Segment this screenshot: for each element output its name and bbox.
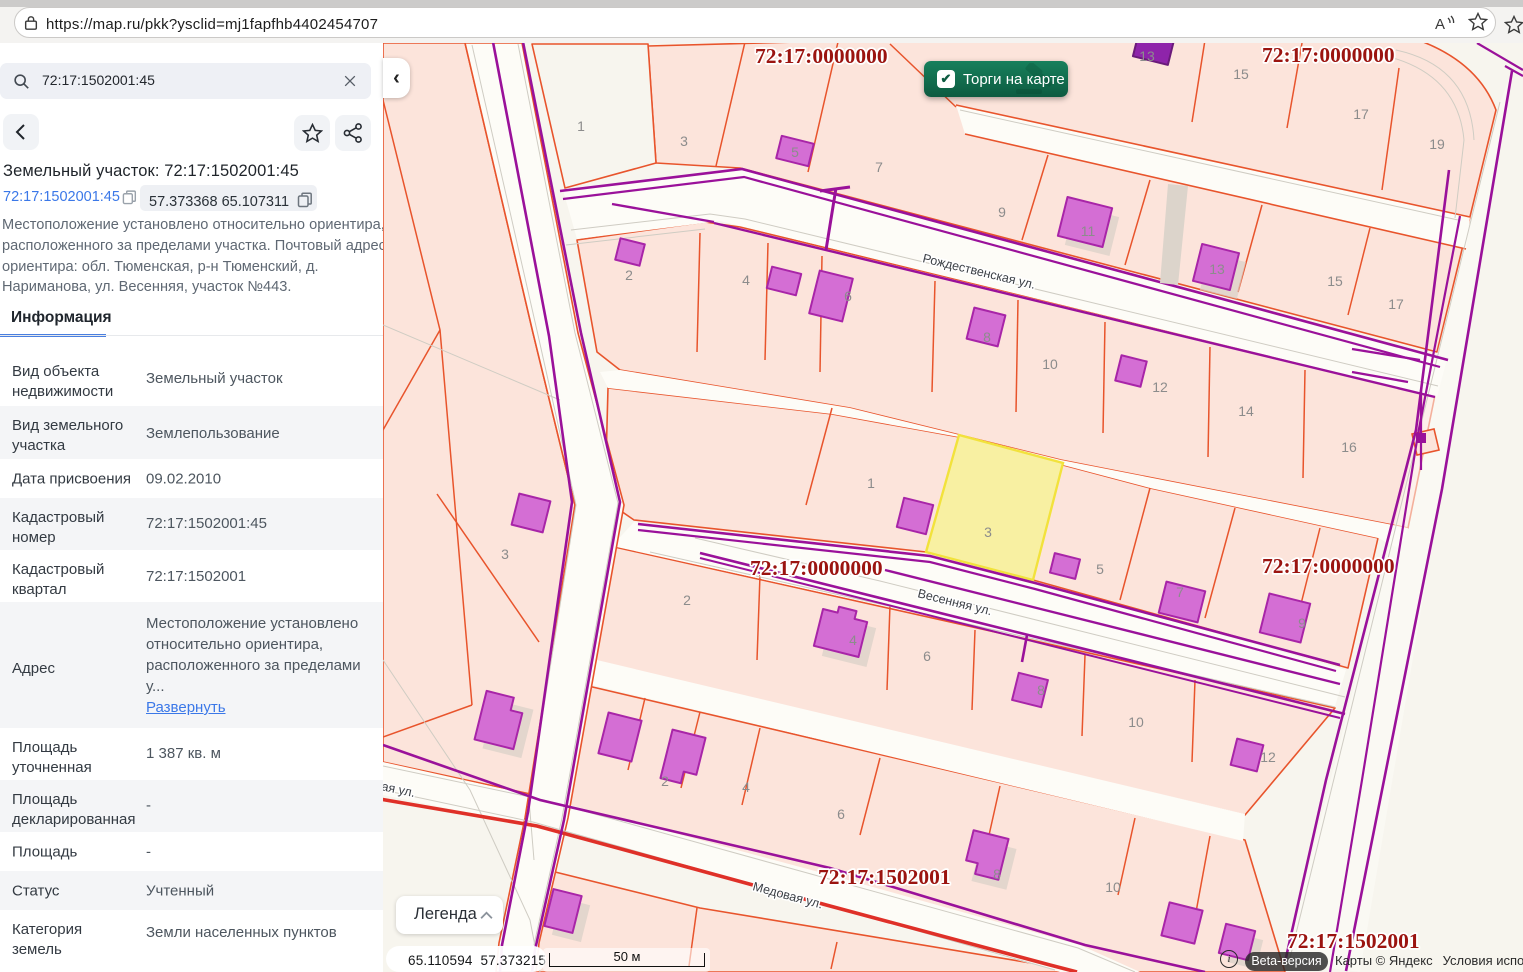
svg-text:4: 4	[742, 272, 750, 288]
svg-text:1: 1	[867, 475, 875, 491]
svg-text:3: 3	[501, 546, 509, 562]
svg-text:72:17:0000000: 72:17:0000000	[750, 556, 883, 580]
svg-text:1: 1	[577, 118, 585, 134]
svg-text:10: 10	[1105, 879, 1121, 895]
svg-text:19: 19	[1429, 136, 1445, 152]
svg-text:12: 12	[1260, 749, 1276, 765]
svg-text:14: 14	[1238, 403, 1254, 419]
svg-text:2: 2	[625, 267, 633, 283]
svg-text:13: 13	[1209, 261, 1225, 277]
svg-text:3: 3	[680, 133, 688, 149]
svg-text:9: 9	[998, 204, 1006, 220]
svg-text:3: 3	[984, 524, 992, 540]
svg-text:7: 7	[875, 159, 883, 175]
svg-text:2: 2	[683, 592, 691, 608]
svg-text:12: 12	[1152, 379, 1168, 395]
svg-text:10: 10	[1042, 356, 1058, 372]
svg-text:9: 9	[1298, 615, 1306, 631]
svg-text:17: 17	[1353, 106, 1369, 122]
svg-text:72:17:0000000: 72:17:0000000	[1262, 43, 1395, 67]
svg-text:15: 15	[1327, 273, 1343, 289]
svg-text:72:17:0000000: 72:17:0000000	[755, 44, 888, 68]
svg-text:11: 11	[1081, 223, 1096, 239]
svg-text:72:17:1502001: 72:17:1502001	[818, 865, 951, 889]
svg-text:4: 4	[742, 779, 750, 795]
svg-text:A: A	[1435, 16, 1445, 33]
svg-text:6: 6	[844, 288, 852, 304]
svg-text:8: 8	[983, 329, 991, 345]
svg-text:72:17:1502001: 72:17:1502001	[1287, 929, 1420, 953]
svg-text:6: 6	[923, 648, 931, 664]
svg-text:6: 6	[837, 806, 845, 822]
svg-text:5: 5	[1096, 561, 1104, 577]
svg-text:7: 7	[1176, 584, 1184, 600]
svg-text:13: 13	[1139, 48, 1155, 64]
svg-text:16: 16	[1341, 439, 1357, 455]
svg-text:5: 5	[791, 144, 799, 160]
svg-text:8: 8	[1037, 682, 1045, 698]
svg-text:4: 4	[849, 632, 857, 648]
svg-text:2: 2	[661, 773, 669, 789]
svg-text:15: 15	[1233, 66, 1249, 82]
svg-text:10: 10	[1128, 714, 1144, 730]
svg-text:72:17:0000000: 72:17:0000000	[1262, 554, 1395, 578]
svg-text:8: 8	[993, 866, 1001, 882]
svg-text:17: 17	[1388, 296, 1404, 312]
